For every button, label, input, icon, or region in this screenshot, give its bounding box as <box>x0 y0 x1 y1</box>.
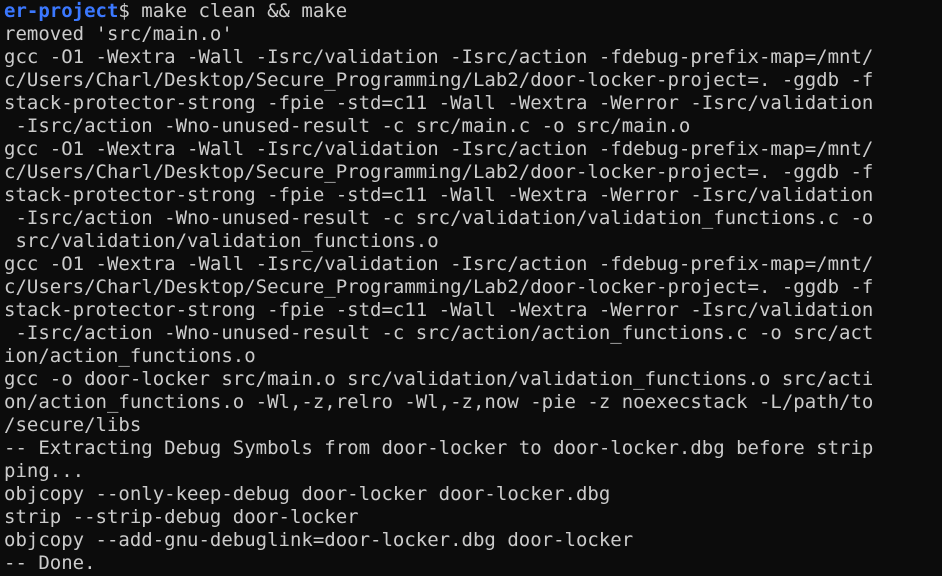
output-line: -Isrc/action -Wno-unused-result -c src/m… <box>4 115 691 137</box>
prompt-command: make clean && make <box>141 0 348 22</box>
output-line: objcopy --add-gnu-debuglink=door-locker.… <box>4 529 634 551</box>
output-line: gcc -O1 -Wextra -Wall -Isrc/validation -… <box>4 46 874 68</box>
output-line: gcc -O1 -Wextra -Wall -Isrc/validation -… <box>4 138 874 160</box>
output-line: c/Users/Charl/Desktop/Secure_Programming… <box>4 276 874 298</box>
output-line: objcopy --only-keep-debug door-locker do… <box>4 483 611 505</box>
output-line: src/validation/validation_functions.o <box>4 230 439 252</box>
output-line: on/action_functions.o -Wl,-z,relro -Wl,-… <box>4 391 874 413</box>
output-line: removed 'src/main.o' <box>4 23 233 45</box>
output-line: stack-protector-strong -fpie -std=c11 -W… <box>4 92 874 114</box>
output-line: /secure/libs <box>4 414 142 436</box>
output-line: stack-protector-strong -fpie -std=c11 -W… <box>4 184 874 206</box>
prompt-path: er-project <box>4 0 119 22</box>
output-line: gcc -o door-locker src/main.o src/valida… <box>4 368 874 390</box>
output-line: gcc -O1 -Wextra -Wall -Isrc/validation -… <box>4 253 874 275</box>
output-line: -- Extracting Debug Symbols from door-lo… <box>4 437 874 459</box>
output-line: ion/action_functions.o <box>4 345 256 367</box>
prompt-line: er-project$ make clean && make <box>4 0 942 23</box>
output-line: strip --strip-debug door-locker <box>4 506 359 528</box>
terminal-window[interactable]: er-project$ make clean && make removed '… <box>0 0 942 576</box>
output-line: -Isrc/action -Wno-unused-result -c src/v… <box>4 207 874 229</box>
output-line: -Isrc/action -Wno-unused-result -c src/a… <box>4 322 874 344</box>
output-line: -- Done. <box>4 552 96 574</box>
output-line: ping... <box>4 460 85 482</box>
output-line: c/Users/Charl/Desktop/Secure_Programming… <box>4 161 874 183</box>
output-line: c/Users/Charl/Desktop/Secure_Programming… <box>4 69 874 91</box>
prompt-symbol: $ <box>118 0 142 22</box>
output-line: stack-protector-strong -fpie -std=c11 -W… <box>4 299 874 321</box>
